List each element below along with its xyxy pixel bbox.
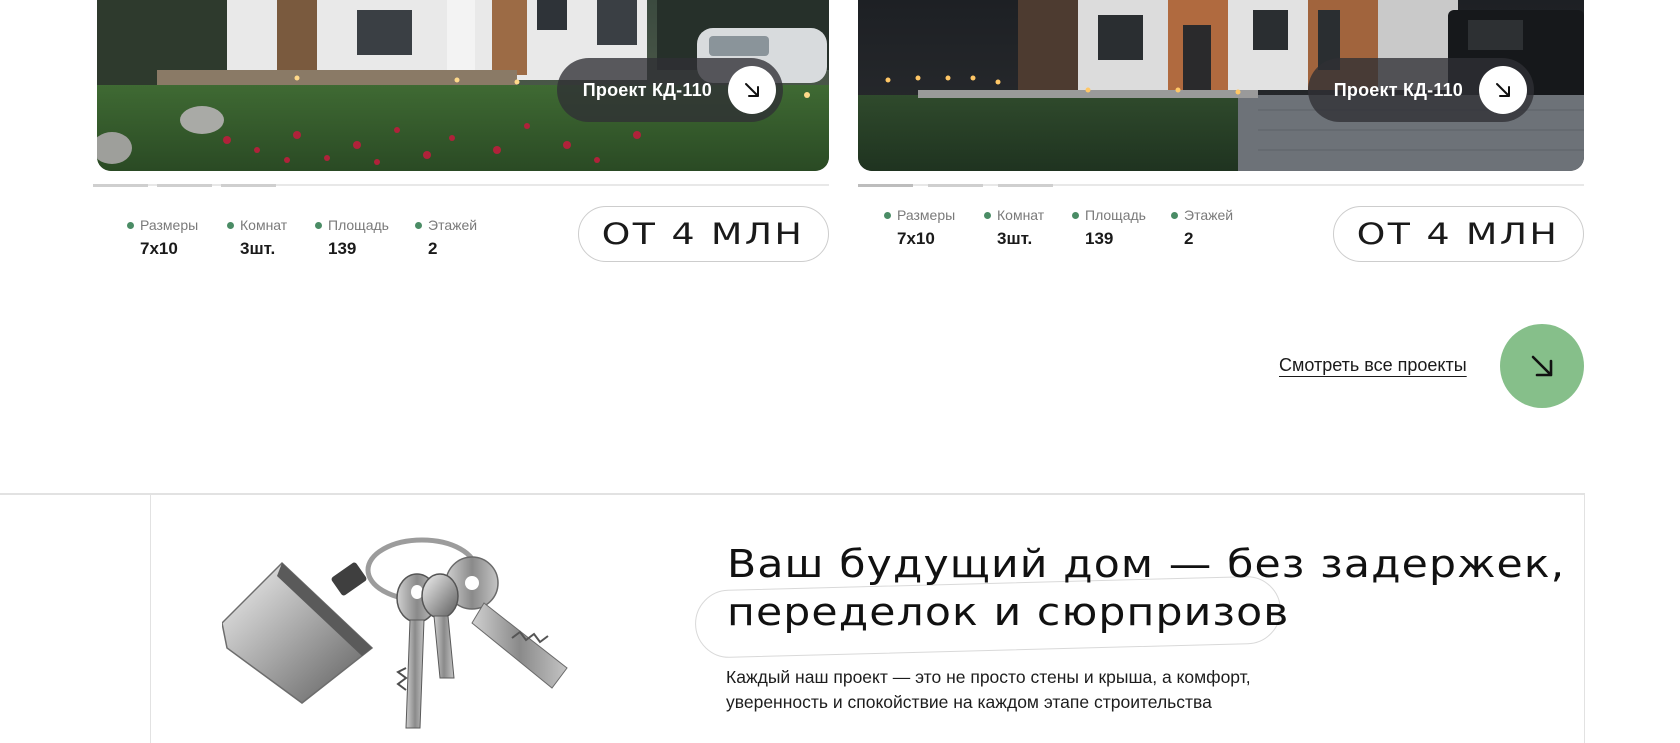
arrow-down-right-icon — [1531, 355, 1553, 377]
open-project-button[interactable] — [1479, 66, 1527, 114]
arrow-down-right-icon — [1496, 83, 1510, 97]
project-specs: Размеры 7x10 Комнат 3шт. Площадь 139 Эта… — [97, 186, 829, 262]
spec-label: Комнат — [997, 207, 1045, 223]
project-photo[interactable]: Проект КД-110 — [97, 0, 829, 171]
project-card[interactable]: Проект КД-110 Размеры 7x10 Комнат 3шт. П… — [93, 0, 829, 262]
bullet-dot — [884, 211, 891, 219]
bullet-dot — [1171, 211, 1178, 219]
spec-label: Площадь — [328, 217, 389, 233]
project-specs: Размеры 7x10 Комнат 3шт. Площадь 139 Эта… — [858, 186, 1584, 262]
spec-size: Размеры 7x10 — [127, 217, 198, 259]
price-label: ОТ 4 МЛН — [602, 217, 805, 251]
spec-area: Площадь 139 — [1072, 207, 1146, 249]
bullet-dot — [1072, 211, 1079, 219]
price-button[interactable]: ОТ 4 МЛН — [578, 206, 829, 262]
bullet-dot — [127, 221, 134, 229]
spec-rooms: Комнат 3шт. — [984, 207, 1044, 249]
view-all-projects-link[interactable]: Смотреть все проекты — [1279, 355, 1467, 376]
spec-value: 139 — [1085, 229, 1114, 248]
project-name-pill[interactable]: Проект КД-110 — [556, 58, 783, 122]
description-line: уверенность и спокойствие на каждом этап… — [726, 692, 1212, 712]
spec-value: 3шт. — [997, 229, 1033, 248]
headline-line: Ваш будущий дом — без задержек, — [727, 542, 1566, 586]
spec-floors: Этажей 2 — [1171, 207, 1233, 249]
house-keys-illustration — [222, 537, 568, 729]
spec-label: Этажей — [428, 217, 478, 233]
spec-label: Площадь — [1085, 207, 1146, 223]
spec-value: 2 — [428, 239, 438, 258]
spec-size: Размеры 7x10 — [884, 207, 955, 249]
bullet-dot — [984, 211, 991, 219]
description-line: Каждый наш проект — это не просто стены … — [726, 667, 1251, 687]
bullet-dot — [227, 221, 234, 229]
spec-label: Размеры — [140, 217, 199, 233]
project-photo[interactable]: Проект КД-110 — [858, 0, 1584, 171]
spec-label: Этажей — [1184, 207, 1234, 223]
spec-label: Размеры — [897, 207, 956, 223]
spec-label: Комнат — [240, 217, 288, 233]
price-label: ОТ 4 МЛН — [1357, 217, 1560, 251]
spec-floors: Этажей 2 — [415, 217, 477, 259]
open-project-button[interactable] — [728, 66, 776, 114]
spec-value: 2 — [1184, 229, 1194, 248]
promo-description: Каждый наш проект — это не просто стены … — [726, 665, 1346, 715]
bullet-dot — [315, 221, 322, 229]
arrow-down-right-icon — [745, 83, 759, 97]
price-button[interactable]: ОТ 4 МЛН — [1333, 206, 1584, 262]
view-all-projects-button[interactable] — [1500, 324, 1584, 408]
spec-value: 139 — [328, 239, 357, 258]
spec-value: 7x10 — [140, 239, 178, 258]
project-card[interactable]: Проект КД-110 Размеры 7x10 Комнат 3шт. П… — [858, 0, 1584, 262]
bullet-dot — [415, 221, 422, 229]
project-name-pill[interactable]: Проект КД-110 — [1307, 58, 1534, 122]
spec-area: Площадь 139 — [315, 217, 389, 259]
project-name: Проект КД-110 — [1333, 79, 1463, 100]
promo-headline: Ваш будущий дом — без задержек, передело… — [727, 540, 1680, 636]
spec-value: 7x10 — [897, 229, 935, 248]
project-name: Проект КД-110 — [582, 79, 712, 100]
headline-line: переделок и сюрпризов — [727, 590, 1290, 634]
spec-rooms: Комнат 3шт. — [227, 217, 287, 259]
spec-value: 3шт. — [240, 239, 276, 258]
